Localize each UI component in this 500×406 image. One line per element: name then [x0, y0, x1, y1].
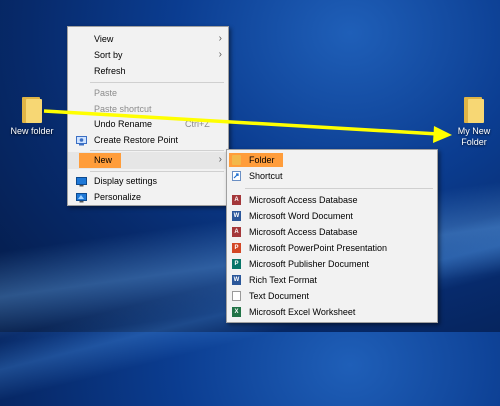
annotation-arrow-icon	[43, 109, 452, 143]
